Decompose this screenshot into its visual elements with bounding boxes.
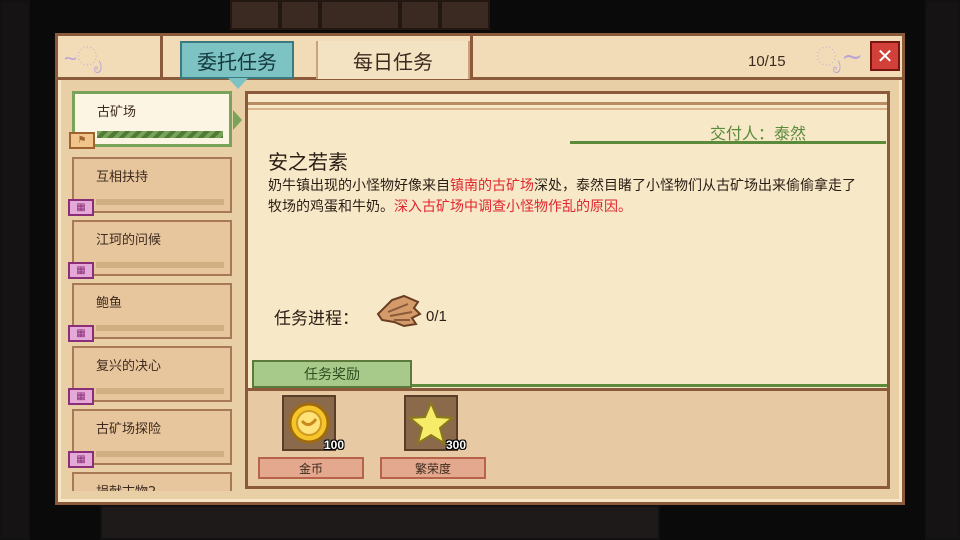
- quest-title: 安之若素: [268, 150, 348, 174]
- quest-item-old-mine[interactable]: 古矿场 ⚑: [69, 91, 232, 149]
- close-icon: ✕: [876, 44, 894, 68]
- flag-icon: ⚑: [69, 132, 95, 149]
- divider: [160, 36, 163, 80]
- tab-daily-quests[interactable]: 每日任务: [316, 41, 470, 79]
- quest-detail-panel: 交付人：泰然 安之若素 奶牛镇出现的小怪物好像来自镇南的古矿场深处，泰然目睹了小…: [245, 91, 890, 489]
- swirl-ornament-left-icon: ~ೃ: [64, 42, 103, 72]
- quest-count: 10/15: [748, 53, 786, 70]
- progress-stripe: [96, 325, 224, 331]
- progress-stripe: [96, 262, 224, 268]
- close-button[interactable]: ✕: [870, 41, 900, 71]
- swirl-ornament-right-icon: ೃ~: [816, 42, 864, 72]
- quest-item-label: 江珂的问候: [96, 233, 162, 248]
- quest-window: ~ೃ 委托任务 每日任务 10/15 ೃ~ ✕ 古矿场 ⚑ 互相扶持 ▦ 江珂的…: [55, 33, 905, 505]
- quest-item-label: 鲍鱼: [96, 296, 123, 311]
- calendar-icon: ▦: [68, 199, 94, 216]
- description-text: 奶牛镇出现的小怪物好像来自: [268, 178, 450, 194]
- divider: [412, 384, 887, 387]
- calendar-icon: ▦: [68, 325, 94, 342]
- quest-item-label: 复兴的决心: [96, 359, 162, 374]
- reward-slot: 300: [404, 395, 466, 452]
- divider: [570, 141, 886, 144]
- selected-arrow-icon: [233, 110, 242, 130]
- divider: [248, 108, 887, 110]
- reward-item-gold[interactable]: 100 金币: [258, 395, 366, 485]
- progress-stripe: [96, 451, 224, 457]
- quest-description: 奶牛镇出现的小怪物好像来自镇南的古矿场深处，泰然目睹了小怪物们从古矿场出来偷偷拿…: [268, 176, 868, 218]
- calendar-icon: ▦: [68, 451, 94, 468]
- quest-list: 古矿场 ⚑ 互相扶持 ▦ 江珂的问候 ▦ 鲍鱼 ▦ 复兴的决心 ▦ 古矿场探险 …: [68, 91, 236, 491]
- quest-item-label: 古矿场探险: [96, 422, 162, 437]
- calendar-icon: ▦: [68, 388, 94, 405]
- reward-amount: 100: [323, 438, 344, 452]
- calendar-icon: ▦: [68, 262, 94, 279]
- progress-label: 任务进程：: [274, 309, 359, 329]
- divider: [248, 102, 887, 105]
- quest-item[interactable]: 古矿场探险 ▦: [68, 409, 232, 468]
- quest-item[interactable]: 复兴的决心 ▦: [68, 346, 232, 405]
- wing-item-icon: [376, 294, 422, 328]
- quest-item-label: 古矿场: [97, 105, 137, 120]
- quest-item-label: 捐献古物2: [96, 481, 156, 491]
- quest-item[interactable]: 互相扶持 ▦: [68, 157, 232, 216]
- progress-stripe: [96, 199, 224, 205]
- tab-pointer-icon: [228, 78, 248, 89]
- rewards-area: 100 金币 300 繁荣度: [248, 388, 887, 486]
- quest-item[interactable]: 鲍鱼 ▦: [68, 283, 232, 342]
- reward-slot: 100: [282, 395, 344, 452]
- tab-entrusted-quests[interactable]: 委托任务: [180, 41, 294, 79]
- quest-item-label: 互相扶持: [96, 170, 149, 185]
- reward-name: 繁荣度: [380, 457, 486, 479]
- window-header: ~ೃ 委托任务 每日任务 10/15 ೃ~ ✕: [58, 36, 902, 89]
- progress-value: 0/1: [426, 308, 447, 325]
- progress-stripe: [97, 131, 223, 138]
- highlighted-text: 深入古矿场中调查小怪物作乱的原因。: [394, 199, 632, 215]
- reward-item-prosperity[interactable]: 300 繁荣度: [380, 395, 488, 485]
- rewards-tab: 任务奖励: [252, 360, 412, 388]
- progress-stripe: [96, 388, 224, 394]
- quest-item[interactable]: 江珂的问候 ▦: [68, 220, 232, 279]
- reward-amount: 300: [445, 438, 466, 452]
- quest-item[interactable]: 捐献古物2: [72, 472, 232, 491]
- highlighted-text: 镇南的古矿场: [450, 178, 534, 194]
- divider: [470, 36, 473, 80]
- reward-name: 金币: [258, 457, 364, 479]
